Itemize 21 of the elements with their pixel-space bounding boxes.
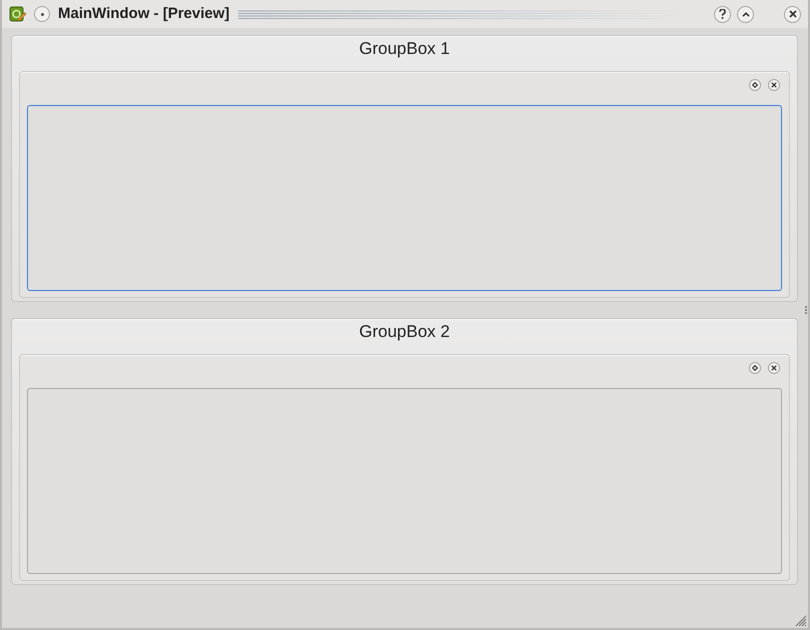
help-icon bbox=[719, 9, 726, 19]
chevron-up-icon bbox=[742, 12, 750, 16]
close-icon bbox=[771, 365, 777, 371]
dot-icon bbox=[40, 12, 44, 16]
float-icon bbox=[752, 82, 758, 88]
close-icon bbox=[771, 82, 777, 88]
float-icon bbox=[752, 365, 758, 371]
group-box-title: GroupBox 2 bbox=[359, 322, 450, 343]
group-box-title: GroupBox 1 bbox=[359, 39, 450, 60]
app-icon bbox=[9, 6, 27, 22]
close-button[interactable] bbox=[768, 362, 780, 374]
close-icon bbox=[788, 10, 796, 18]
float-button[interactable] bbox=[749, 362, 761, 374]
menu-button[interactable] bbox=[34, 6, 50, 22]
shade-button[interactable] bbox=[737, 6, 754, 22]
float-button[interactable] bbox=[749, 79, 761, 91]
window-title: MainWindow - [Preview] bbox=[58, 4, 230, 24]
close-button[interactable] bbox=[784, 6, 801, 22]
size-grip-icon[interactable] bbox=[795, 615, 807, 627]
close-button[interactable] bbox=[768, 79, 780, 91]
help-button[interactable] bbox=[714, 6, 731, 22]
